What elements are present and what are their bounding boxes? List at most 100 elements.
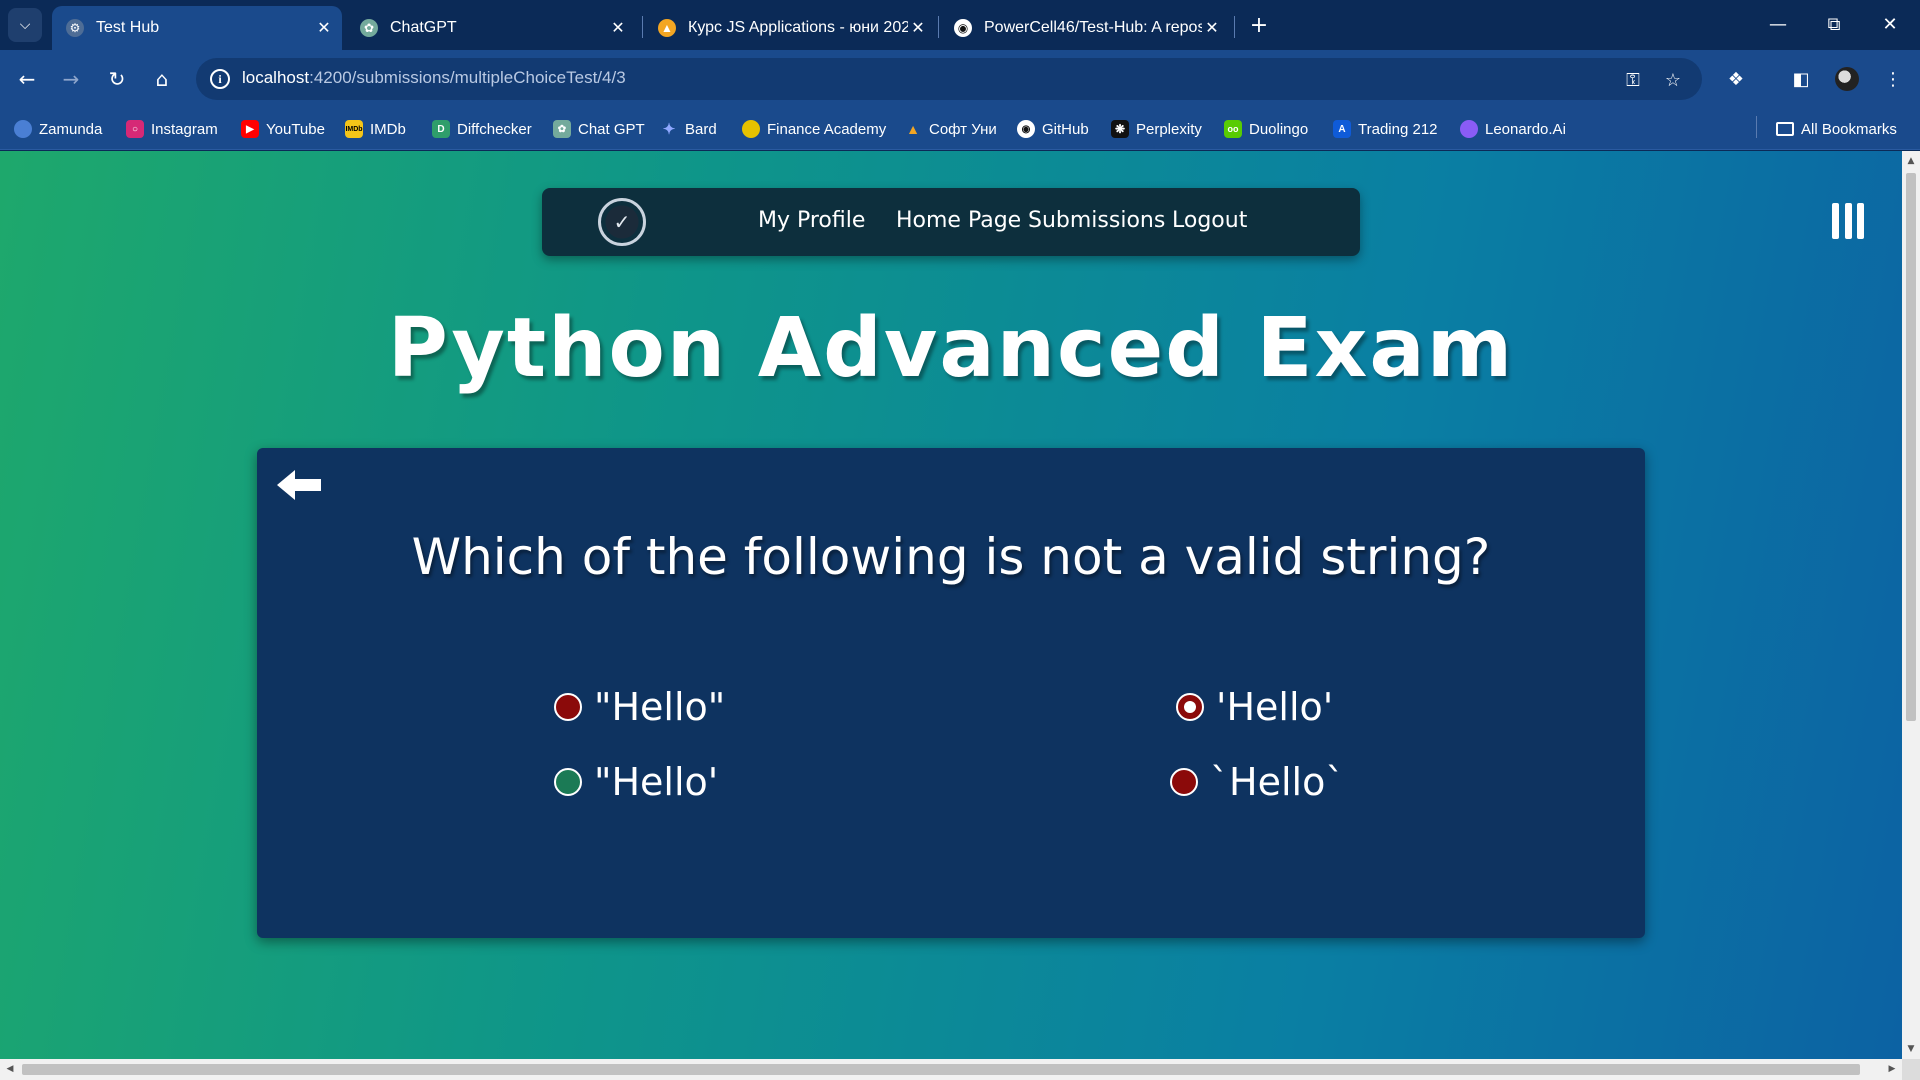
back-button[interactable]: ← bbox=[10, 62, 44, 96]
close-window-button[interactable]: ✕ bbox=[1870, 8, 1910, 40]
bookmark-label: Finance Academy bbox=[767, 120, 887, 138]
bookmark-github[interactable]: ◉ GitHub bbox=[1017, 117, 1089, 141]
close-icon[interactable]: ✕ bbox=[608, 18, 628, 38]
scroll-up-icon[interactable]: ▲ bbox=[1902, 153, 1920, 169]
tab-strip: ⌵ ⚙ Test Hub ✕ ✿ ChatGPT ✕ ▲ Курс JS App… bbox=[0, 0, 1920, 50]
minimize-button[interactable]: — bbox=[1758, 8, 1798, 40]
tab-separator bbox=[642, 16, 643, 38]
softuni-icon: ▲ bbox=[906, 121, 920, 137]
site-info-icon[interactable]: i bbox=[210, 69, 230, 89]
tab-search-button[interactable]: ⌵ bbox=[8, 8, 42, 42]
github-icon: ◉ bbox=[1017, 120, 1035, 138]
answer-option[interactable]: "Hello' bbox=[554, 760, 718, 804]
answer-option[interactable]: "Hello" bbox=[554, 685, 725, 729]
bookmark-label: Софт Уни bbox=[929, 120, 997, 138]
chatgpt-icon: ✿ bbox=[360, 19, 378, 37]
close-icon[interactable]: ✕ bbox=[908, 18, 928, 38]
new-tab-button[interactable]: + bbox=[1244, 10, 1274, 40]
bookmark-diffchecker[interactable]: D Diffchecker bbox=[432, 117, 532, 141]
nav-logout[interactable]: Logout bbox=[1172, 208, 1247, 233]
testhub-icon: ⚙ bbox=[66, 19, 84, 37]
hamburger-bar bbox=[1857, 203, 1864, 239]
bookmark-star-icon[interactable]: ☆ bbox=[1660, 67, 1686, 93]
trading212-icon: A bbox=[1333, 120, 1351, 138]
home-button[interactable]: ⌂ bbox=[145, 62, 179, 96]
menu-kebab-icon[interactable]: ⋮ bbox=[1876, 62, 1910, 96]
imdb-icon: IMDb bbox=[345, 120, 363, 138]
answer-label: "Hello" bbox=[594, 685, 726, 729]
bookmark-zamunda[interactable]: Zamunda bbox=[14, 117, 102, 141]
bookmark-label: Instagram bbox=[151, 120, 218, 138]
test-hub-logo-icon[interactable]: ✓ bbox=[598, 198, 646, 246]
bookmark-instagram[interactable]: ○ Instagram bbox=[126, 117, 218, 141]
reload-icon: ↻ bbox=[108, 67, 126, 91]
answer-option[interactable]: `Hello` bbox=[1170, 760, 1344, 804]
bookmark-label: Duolingo bbox=[1249, 120, 1309, 138]
finance-academy-icon bbox=[742, 120, 760, 138]
url-host: localhost bbox=[242, 68, 310, 87]
bookmark-duolingo[interactable]: oo Duolingo bbox=[1224, 117, 1308, 141]
avatar bbox=[1835, 67, 1859, 91]
password-key-icon[interactable]: ⚿ bbox=[1620, 67, 1646, 93]
zamunda-icon bbox=[14, 120, 32, 138]
bookmarks-bar: Zamunda ○ Instagram ▶ YouTube IMDb IMDb … bbox=[0, 108, 1920, 150]
tab-title: PowerCell46/Test-Hub: A reposi bbox=[984, 19, 1202, 36]
bookmark-finance-academy[interactable]: Finance Academy bbox=[742, 117, 886, 141]
radio-button[interactable] bbox=[1176, 693, 1204, 721]
reload-button[interactable]: ↻ bbox=[100, 62, 134, 96]
tab-test-hub[interactable]: ⚙ Test Hub ✕ bbox=[52, 6, 342, 50]
bookmark-label: Chat GPT bbox=[578, 120, 645, 138]
chatgpt-icon: ✿ bbox=[553, 120, 571, 138]
scrollbar-corner bbox=[1902, 1059, 1920, 1080]
radio-button[interactable] bbox=[554, 693, 582, 721]
close-icon[interactable]: ✕ bbox=[1202, 18, 1222, 38]
tab-separator bbox=[1234, 16, 1235, 38]
close-icon[interactable]: ✕ bbox=[314, 18, 334, 38]
vertical-scrollbar[interactable]: ▲ ▼ bbox=[1902, 151, 1920, 1059]
bookmark-perplexity[interactable]: ❋ Perplexity bbox=[1111, 117, 1202, 141]
back-arrow-icon[interactable] bbox=[277, 468, 323, 502]
nav-my-profile[interactable]: My Profile bbox=[758, 208, 865, 233]
bard-sparkle-icon: ✦ bbox=[662, 121, 676, 138]
all-bookmarks[interactable]: All Bookmarks bbox=[1776, 117, 1897, 141]
chevron-down-icon: ⌵ bbox=[19, 17, 31, 33]
tab-github[interactable]: ◉ PowerCell46/Test-Hub: A reposi ✕ bbox=[940, 6, 1230, 50]
radio-button[interactable] bbox=[1170, 768, 1198, 796]
tab-softuni[interactable]: ▲ Курс JS Applications - юни 202 ✕ bbox=[644, 6, 936, 50]
horizontal-scrollbar[interactable]: ◀ ▶ bbox=[0, 1059, 1902, 1080]
side-panel-icon[interactable]: ◧ bbox=[1784, 62, 1818, 96]
page-viewport: ✓ My Profile Home Page Submissions Logou… bbox=[0, 151, 1902, 1059]
scroll-left-icon[interactable]: ◀ bbox=[2, 1061, 18, 1077]
bookmark-label: Bard bbox=[685, 120, 717, 138]
tab-title: Курс JS Applications - юни 202 bbox=[688, 19, 908, 36]
profile-button[interactable] bbox=[1830, 62, 1864, 96]
folder-icon bbox=[1776, 122, 1794, 136]
bookmark-trading212[interactable]: A Trading 212 bbox=[1333, 117, 1438, 141]
bookmark-bard[interactable]: ✦ Bard bbox=[660, 117, 717, 141]
page-title: Python Advanced Exam bbox=[387, 301, 1515, 396]
restore-button[interactable]: ⧉ bbox=[1814, 8, 1854, 40]
bookmark-softuni[interactable]: ▲ Софт Уни bbox=[904, 117, 997, 141]
radio-button[interactable] bbox=[554, 768, 582, 796]
scroll-down-icon[interactable]: ▼ bbox=[1902, 1041, 1920, 1057]
nav-home-page[interactable]: Home Page bbox=[896, 208, 1021, 233]
plus-icon: + bbox=[1249, 12, 1269, 38]
bookmark-leonardo[interactable]: Leonardo.Ai bbox=[1460, 117, 1566, 141]
hamburger-menu-icon[interactable] bbox=[1832, 203, 1864, 239]
tab-chatgpt[interactable]: ✿ ChatGPT ✕ bbox=[346, 6, 636, 50]
address-bar[interactable]: i localhost:4200/submissions/multipleCho… bbox=[196, 58, 1702, 100]
scroll-right-icon[interactable]: ▶ bbox=[1884, 1061, 1900, 1077]
nav-submissions[interactable]: Submissions bbox=[1028, 208, 1165, 233]
scrollbar-thumb[interactable] bbox=[1906, 173, 1916, 721]
url-text[interactable]: localhost:4200/submissions/multipleChoic… bbox=[242, 68, 626, 88]
bookmark-youtube[interactable]: ▶ YouTube bbox=[241, 117, 325, 141]
duolingo-icon: oo bbox=[1224, 120, 1242, 138]
bookmark-label: All Bookmarks bbox=[1801, 120, 1897, 138]
restore-icon: ⧉ bbox=[1827, 13, 1841, 35]
scrollbar-thumb[interactable] bbox=[22, 1064, 1860, 1075]
bookmark-chatgpt[interactable]: ✿ Chat GPT bbox=[553, 117, 645, 141]
forward-button[interactable]: → bbox=[54, 62, 88, 96]
bookmark-imdb[interactable]: IMDb IMDb bbox=[345, 117, 406, 141]
extensions-icon[interactable]: ❖ bbox=[1719, 62, 1753, 96]
answer-option[interactable]: 'Hello' bbox=[1176, 685, 1333, 729]
